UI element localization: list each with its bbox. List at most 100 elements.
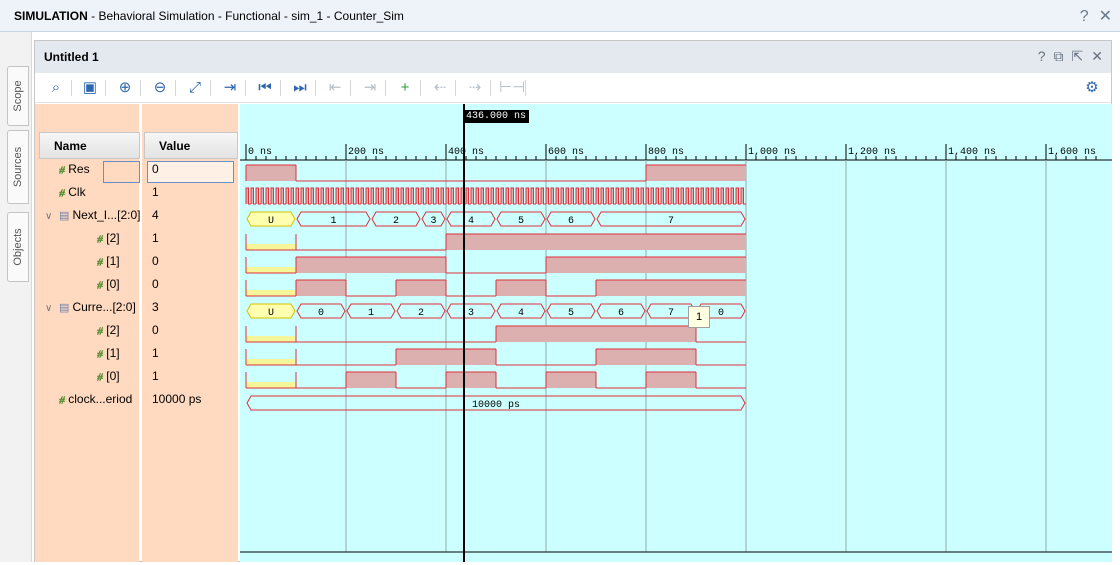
selected-row-outline [103, 161, 140, 183]
next-marker-icon[interactable]: ⇢ [464, 77, 486, 99]
curr-bit-wave-undefined-segment [246, 382, 296, 388]
signal-name: clock...eriod [68, 392, 133, 406]
panel-close-icon[interactable]: ✕ [1091, 48, 1103, 64]
bit-signal-icon: ⧣ [59, 394, 69, 406]
curr-bit-wave-high-fill [546, 372, 596, 388]
previous-marker-icon[interactable]: ⇠ [429, 77, 451, 99]
next-bit-wave-high-fill [596, 280, 746, 296]
next-bus-wave-value-label: 6 [568, 216, 574, 227]
bit-signal-icon: ⧣ [59, 187, 69, 199]
help-icon[interactable]: ? [1080, 8, 1089, 25]
signal-name: [0] [106, 369, 120, 383]
ruler-tick-label: 600 ns [548, 147, 584, 158]
curr-bit-wave-high-fill [346, 372, 396, 388]
curr-bus-wave-value-label: U [268, 308, 274, 319]
signal-value: 1 [152, 346, 159, 360]
curr-bus-wave-value-label: 7 [668, 308, 674, 319]
panel-header: Untitled 1 ? ⧉ ⇱ ✕ [35, 41, 1111, 73]
add-marker-icon[interactable]: + [394, 77, 416, 99]
signal-row-name[interactable]: ⧣ [0] [83, 369, 120, 384]
curr-bit-wave-high-fill [446, 372, 496, 388]
waveform-canvas[interactable]: 0 ns 200 ns 400 ns 600 ns 800 ns 1,000 ns 1,20… [240, 104, 1112, 562]
settings-gear-icon[interactable]: ⚙ [1081, 77, 1103, 99]
search-icon[interactable]: ⌕ [45, 77, 67, 99]
selected-value-box [147, 161, 234, 183]
ruler-tick-label: 200 ns [348, 147, 384, 158]
ruler-tick-label: 400 ns [448, 147, 484, 158]
cursor-time-label: 436.000 ns [463, 110, 530, 123]
next-bit-wave-high-fill [446, 234, 746, 250]
next-bus-wave-value-label: 4 [468, 216, 474, 227]
value-column-header[interactable]: Value [144, 132, 238, 159]
maximize-icon[interactable]: ⇱ [1072, 48, 1084, 64]
signal-value: 0 [152, 323, 159, 337]
bus-signal-icon: ▤ [59, 302, 73, 314]
next-bus-wave-value-label: 7 [668, 216, 674, 227]
waveform-svg[interactable]: 0 ns 200 ns 400 ns 600 ns 800 ns 1,000 ns 1,20… [240, 104, 1112, 562]
restore-icon[interactable]: ⧉ [1054, 48, 1064, 64]
signal-name: [1] [106, 346, 120, 360]
curr-bit-wave-undefined-segment [246, 336, 296, 342]
signal-name: [2] [106, 323, 120, 337]
signal-value: 1 [152, 231, 159, 245]
next-bit-wave-high-fill [496, 280, 546, 296]
signal-row-name[interactable]: ⧣ [0] [83, 277, 120, 292]
window-titlebar: SIMULATION - Behavioral Simulation - Fun… [0, 0, 1120, 32]
tab-scope[interactable]: Scope [7, 66, 29, 126]
signal-row-name[interactable]: ∨ ▤ Next_I...[2:0] [45, 208, 141, 222]
panel-help-icon[interactable]: ? [1038, 48, 1046, 64]
ruler-tick-label: 1,000 ns [748, 147, 796, 158]
next-bit-wave-high-fill [296, 280, 346, 296]
close-icon[interactable]: ✕ [1099, 8, 1112, 25]
signal-row-name[interactable]: ⧣ Clk [45, 185, 86, 200]
save-icon[interactable]: ▣ [79, 77, 101, 99]
curr-bus-wave-value-label: 4 [518, 308, 524, 319]
bit-signal-icon: ⧣ [97, 371, 107, 383]
signal-row-name[interactable]: ⧣ Res [45, 162, 90, 177]
zoom-out-icon[interactable]: ⊖ [149, 77, 171, 99]
bit-signal-icon: ⧣ [59, 164, 69, 176]
curr-bus-wave-value-label: 0 [718, 308, 724, 319]
curr-bus-wave-value-label: 0 [318, 308, 324, 319]
curr-bus-wave-value-label: 1 [368, 308, 374, 319]
window-title: SIMULATION - Behavioral Simulation - Fun… [14, 9, 404, 23]
next-bus-wave-value-label: 5 [518, 216, 524, 227]
signal-row-name[interactable]: ⧣ [2] [83, 323, 120, 338]
bus-signal-icon: ▤ [59, 210, 73, 222]
signal-value: 0 [152, 162, 159, 176]
signal-name: Curre...[2:0] [72, 300, 136, 314]
next-bit-wave-high-fill [296, 257, 446, 273]
next-bit-wave-undefined-segment [246, 244, 296, 250]
name-column-header[interactable]: Name [39, 132, 140, 159]
signal-row-name[interactable]: ⧣ [1] [83, 254, 120, 269]
signal-row-name[interactable]: ∨ ▤ Curre...[2:0] [45, 300, 136, 314]
signal-value: 0 [152, 277, 159, 291]
next-bit-wave-high-fill [396, 280, 446, 296]
ruler-tick-label: 1,600 ns [1048, 147, 1096, 158]
go-to-cursor-icon[interactable]: ⇥ [219, 77, 241, 99]
previous-transition-icon[interactable]: ⇤ [324, 77, 346, 99]
curr-bus-wave-value-label: 3 [468, 308, 474, 319]
next-bus-wave-value-label: 3 [430, 216, 436, 227]
signal-row-name[interactable]: ⧣ [1] [83, 346, 120, 361]
go-to-end-icon[interactable]: ⏭ [289, 77, 311, 99]
signal-row-name[interactable]: ⧣ clock...eriod [45, 392, 132, 407]
period-value-label: 10000 ps [472, 400, 520, 411]
next-bit-wave-high-fill [546, 257, 746, 273]
expand-chevron-icon[interactable]: ∨ [45, 303, 59, 314]
tab-sources[interactable]: Sources [7, 130, 29, 204]
curr-bit-wave-high-fill [646, 372, 696, 388]
swap-cursors-icon[interactable]: ⊢⊣ [499, 77, 525, 99]
value-tooltip: 1 [688, 306, 710, 328]
zoom-in-icon[interactable]: ⊕ [114, 77, 136, 99]
signal-value: 3 [152, 300, 159, 314]
zoom-fit-icon[interactable]: ⤢ [184, 77, 206, 99]
next-transition-icon[interactable]: ⇥ [359, 77, 381, 99]
tab-objects[interactable]: Objects [7, 212, 29, 282]
expand-chevron-icon[interactable]: ∨ [45, 211, 59, 222]
signal-row-name[interactable]: ⧣ [2] [83, 231, 120, 246]
signal-value: 1 [152, 185, 159, 199]
go-to-start-icon[interactable]: ⏮ [254, 77, 276, 99]
signal-value: 4 [152, 208, 159, 222]
bit-signal-icon: ⧣ [97, 233, 107, 245]
